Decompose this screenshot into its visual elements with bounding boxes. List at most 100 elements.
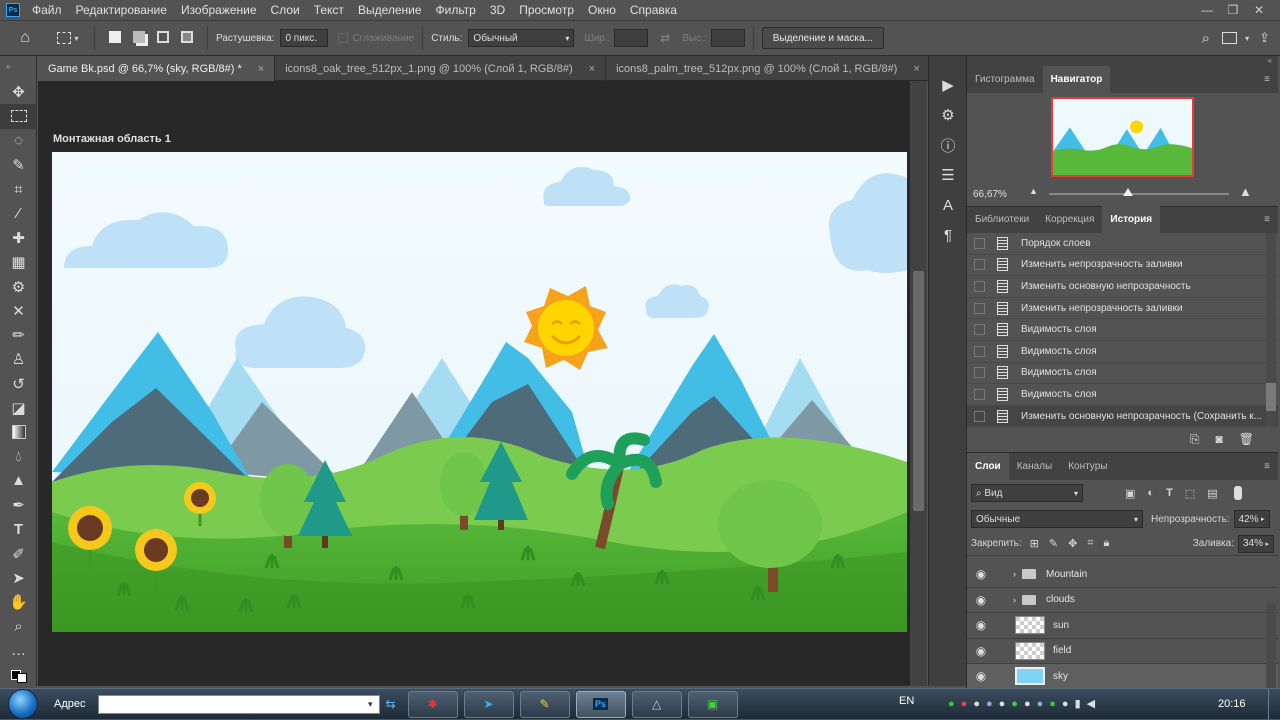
width-input[interactable]: [614, 29, 649, 47]
tab-navigator[interactable]: Навигатор: [1042, 66, 1111, 93]
eyedropper-tool-icon[interactable]: ⁄: [0, 201, 37, 225]
history-brush-tool-icon[interactable]: ↺: [0, 372, 37, 396]
minimize-button[interactable]: —: [1194, 3, 1220, 17]
visibility-eye-icon[interactable]: ◉: [967, 644, 995, 658]
paragraph-icon[interactable]: ¶: [929, 220, 967, 250]
lasso-tool-icon[interactable]: ◌: [0, 129, 37, 153]
scrollbar-thumb[interactable]: [913, 271, 924, 511]
camera-icon[interactable]: ◙: [1216, 432, 1223, 446]
quick-select-tool-icon[interactable]: ✎: [0, 153, 37, 177]
lock-pixels-icon[interactable]: ✎: [1049, 537, 1058, 550]
collapse-icon[interactable]: «: [967, 56, 1278, 66]
more-tools-icon[interactable]: …: [0, 639, 37, 663]
network-icon[interactable]: ▮: [1075, 697, 1081, 710]
zoom-tool-icon[interactable]: ⌕: [0, 615, 37, 639]
tray-app-icon[interactable]: ●: [973, 698, 980, 710]
trash-icon[interactable]: 🗑︎: [1239, 432, 1254, 446]
zoom-slider-thumb[interactable]: [1123, 188, 1134, 196]
layer-row-field[interactable]: ◉ field: [967, 639, 1278, 664]
history-item-current[interactable]: Изменить основную непрозрачность (Сохран…: [967, 405, 1278, 427]
go-arrow-icon[interactable]: ⇆: [386, 697, 396, 711]
tray-app-icon[interactable]: ●: [1024, 698, 1031, 710]
color-swatches-icon[interactable]: [0, 663, 37, 687]
menu-select[interactable]: Выделение: [358, 3, 422, 17]
snapshot-checkbox[interactable]: [974, 367, 985, 379]
play-actions-icon[interactable]: ▶: [929, 70, 967, 100]
properties-icon[interactable]: ⚙: [929, 100, 967, 130]
menu-help[interactable]: Справка: [630, 3, 677, 17]
menu-image[interactable]: Изображение: [181, 3, 257, 17]
volume-icon[interactable]: ◀: [1087, 697, 1095, 710]
style-select[interactable]: Обычный ▾: [468, 29, 575, 47]
panel-menu-icon[interactable]: ≡: [1256, 206, 1278, 233]
adjustments-icon[interactable]: ☰: [929, 160, 967, 190]
healing-brush-tool-icon[interactable]: ✚: [0, 226, 37, 250]
tray-app-icon[interactable]: ●: [948, 698, 955, 710]
tray-app-icon[interactable]: ●: [999, 698, 1006, 710]
clock[interactable]: 20:16: [1218, 698, 1246, 710]
zoom-in-icon[interactable]: ▲: [1239, 184, 1252, 199]
start-button[interactable]: [8, 689, 38, 719]
swap-icon[interactable]: ⇄: [660, 31, 670, 45]
filter-type-icon[interactable]: T: [1166, 487, 1173, 499]
filter-adjustment-icon[interactable]: ◐: [1147, 487, 1154, 499]
snapshot-checkbox[interactable]: [974, 302, 985, 314]
filter-pixel-icon[interactable]: ▣: [1125, 487, 1135, 500]
tab-paths[interactable]: Контуры: [1060, 453, 1115, 480]
close-icon[interactable]: ×: [913, 63, 919, 75]
chevron-right-icon[interactable]: ›: [1013, 569, 1016, 579]
visibility-eye-icon[interactable]: ◉: [967, 567, 995, 581]
visibility-eye-icon[interactable]: ◉: [967, 618, 995, 632]
taskbar-app-red[interactable]: ✱: [407, 690, 458, 718]
restore-button[interactable]: ❐: [1220, 3, 1246, 17]
menu-3d[interactable]: 3D: [490, 3, 505, 17]
artboard[interactable]: [52, 152, 907, 632]
taskbar-app-green[interactable]: ▣: [687, 690, 738, 718]
layer-row-clouds[interactable]: ◉ › clouds: [967, 588, 1278, 613]
history-item[interactable]: Видимость слоя: [967, 384, 1278, 406]
select-and-mask-button[interactable]: Выделение и маска...: [761, 27, 884, 49]
snapshot-checkbox[interactable]: [974, 345, 985, 357]
tab-adjustments[interactable]: Коррекция: [1037, 206, 1102, 233]
snapshot-checkbox[interactable]: [974, 280, 985, 292]
taskbar-app-triangle[interactable]: △: [631, 690, 682, 718]
snapshot-checkbox[interactable]: [974, 259, 985, 271]
tab-libraries[interactable]: Библиотеки: [967, 206, 1037, 233]
crop-tool-icon[interactable]: ⌗: [0, 177, 37, 201]
visibility-eye-icon[interactable]: ◉: [967, 669, 995, 683]
tray-app-icon[interactable]: ●: [986, 698, 993, 710]
show-desktop-button[interactable]: [1268, 689, 1280, 720]
taskbar-photoshop[interactable]: Ps: [575, 690, 626, 718]
canvas-vertical-scrollbar[interactable]: [910, 81, 927, 686]
menu-window[interactable]: Окно: [588, 3, 616, 17]
scrollbar-thumb[interactable]: [1266, 383, 1276, 411]
layers-scrollbar[interactable]: [1266, 603, 1276, 689]
tab-game-bk[interactable]: Game Bk.psd @ 66,7% (sky, RGB/8#) * ×: [38, 56, 276, 81]
history-item[interactable]: Видимость слоя: [967, 341, 1278, 363]
type-tool-icon[interactable]: T: [0, 517, 37, 541]
history-item[interactable]: Изменить основную непрозрачность: [967, 276, 1278, 298]
address-input[interactable]: ▾: [97, 694, 380, 714]
tray-app-icon[interactable]: ●: [1011, 698, 1018, 710]
artboard-label[interactable]: Монтажная область 1: [53, 133, 171, 145]
character-icon[interactable]: A: [929, 190, 967, 220]
collapse-icon[interactable]: »: [0, 56, 36, 80]
tab-history[interactable]: История: [1102, 206, 1161, 233]
history-scrollbar[interactable]: [1266, 233, 1276, 427]
snapshot-checkbox[interactable]: [974, 410, 985, 422]
layer-row-sun[interactable]: ◉ sun: [967, 613, 1278, 639]
filter-toggle-icon[interactable]: [1233, 486, 1242, 500]
tab-palm-tree[interactable]: icons8_palm_tree_512px.png @ 100% (Слой …: [606, 56, 931, 81]
menu-type[interactable]: Текст: [314, 3, 344, 17]
snapshot-checkbox[interactable]: [974, 388, 985, 400]
marquee-tool-preset-icon[interactable]: ▾: [50, 32, 86, 44]
new-selection-icon[interactable]: [109, 30, 121, 46]
height-input[interactable]: [710, 29, 745, 47]
menu-view[interactable]: Просмотр: [519, 3, 574, 17]
history-item[interactable]: Порядок слоев: [967, 233, 1278, 255]
tab-layers[interactable]: Слои: [967, 453, 1009, 480]
search-icon[interactable]: ⌕: [1202, 30, 1210, 47]
blend-mode-select[interactable]: Обычные ▾: [971, 510, 1143, 528]
chevron-down-icon[interactable]: ▾: [1245, 34, 1249, 43]
zoom-value[interactable]: 66,67%: [973, 189, 1007, 200]
